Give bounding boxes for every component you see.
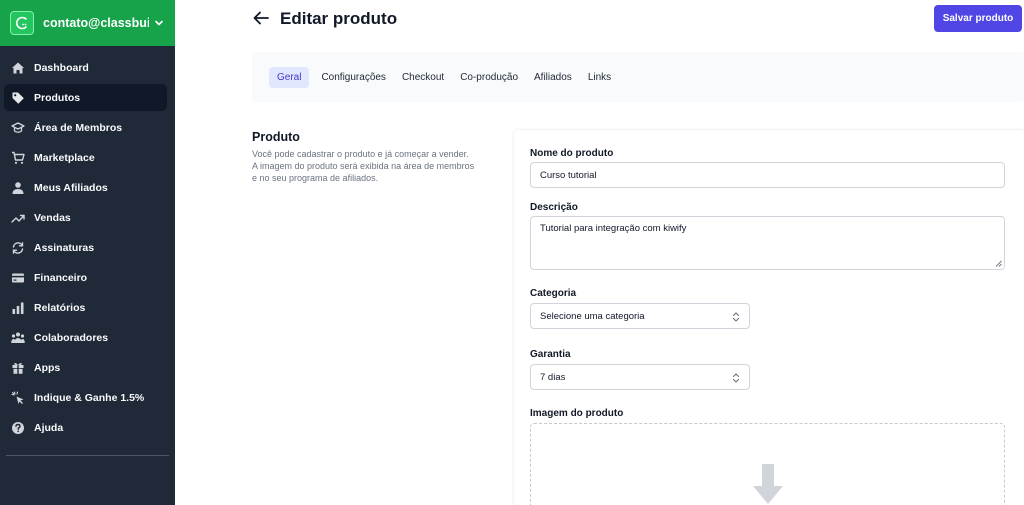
tab-co-producao[interactable]: Co-produção bbox=[452, 67, 526, 88]
sidebar-item-label: Meus Afiliados bbox=[34, 181, 108, 194]
chevron-down-icon bbox=[155, 20, 163, 26]
product-image-label: Imagem do produto bbox=[530, 408, 624, 419]
back-arrow-icon[interactable] bbox=[252, 9, 270, 27]
sidebar-item-apps[interactable]: Apps bbox=[4, 354, 167, 381]
trending-up-icon bbox=[11, 211, 25, 225]
user-icon bbox=[11, 181, 25, 195]
sidebar-item-colaboradores[interactable]: Colaboradores bbox=[4, 324, 167, 351]
sidebar-item-ajuda[interactable]: Ajuda bbox=[4, 414, 167, 441]
main-content: Editar produto Salvar produto Geral Conf… bbox=[175, 0, 1024, 505]
sidebar: contato@classbui... Dashboard Produtos Á… bbox=[0, 0, 175, 505]
section-description-line: Você pode cadastrar o produto e já começ… bbox=[252, 149, 469, 159]
sidebar-item-label: Relatórios bbox=[34, 301, 86, 314]
download-arrow-icon bbox=[753, 464, 783, 504]
sidebar-item-financeiro[interactable]: Financeiro bbox=[4, 264, 167, 291]
product-name-input[interactable]: Curso tutorial bbox=[530, 162, 1005, 188]
tab-afiliados[interactable]: Afiliados bbox=[526, 67, 580, 88]
sidebar-item-area-membros[interactable]: Área de Membros bbox=[4, 114, 167, 141]
sidebar-item-label: Área de Membros bbox=[34, 121, 123, 134]
resize-grip-icon[interactable] bbox=[995, 260, 1002, 267]
sidebar-item-label: Colaboradores bbox=[34, 331, 109, 344]
sidebar-item-vendas[interactable]: Vendas bbox=[4, 204, 167, 231]
sidebar-item-produtos[interactable]: Produtos bbox=[4, 84, 167, 111]
tabs-bar: Geral Configurações Checkout Co-produção… bbox=[252, 52, 1024, 102]
section-description-line: A imagem do produto será exibida na área… bbox=[252, 161, 475, 171]
select-caret-icon bbox=[732, 312, 740, 322]
description-value: Tutorial para integração com kiwify bbox=[540, 223, 687, 234]
tab-geral[interactable]: Geral bbox=[269, 66, 310, 88]
page-header: Editar produto Salvar produto bbox=[175, 0, 1024, 38]
sidebar-divider bbox=[6, 455, 169, 456]
section-description: Você pode cadastrar o produto e já começ… bbox=[252, 148, 507, 184]
product-name-label: Nome do produto bbox=[530, 148, 614, 159]
section-title: Produto bbox=[252, 130, 300, 144]
page-title: Editar produto bbox=[280, 9, 398, 28]
sidebar-item-meus-afiliados[interactable]: Meus Afiliados bbox=[4, 174, 167, 201]
category-value: Selecione uma categoria bbox=[540, 310, 645, 322]
account-switcher[interactable]: contato@classbui... bbox=[0, 0, 175, 46]
credit-card-icon bbox=[11, 271, 25, 285]
category-label: Categoria bbox=[530, 288, 577, 299]
help-icon bbox=[11, 421, 25, 435]
sidebar-nav: Dashboard Produtos Área de Membros Marke… bbox=[0, 46, 175, 456]
bar-chart-icon bbox=[11, 301, 25, 315]
users-icon bbox=[11, 331, 25, 345]
sidebar-item-dashboard[interactable]: Dashboard bbox=[4, 54, 167, 81]
sidebar-item-label: Ajuda bbox=[34, 421, 64, 434]
product-name-value: Curso tutorial bbox=[540, 169, 597, 181]
sidebar-item-label: Indique & Ganhe 1.5% bbox=[34, 391, 145, 404]
sidebar-item-label: Marketplace bbox=[34, 151, 95, 164]
tab-links[interactable]: Links bbox=[580, 67, 619, 88]
warranty-value: 7 dias bbox=[540, 371, 566, 383]
warranty-label: Garantia bbox=[530, 349, 571, 360]
sidebar-item-label: Vendas bbox=[34, 211, 71, 224]
refresh-icon bbox=[11, 241, 25, 255]
section-description-line: e no seu programa de afiliados. bbox=[252, 173, 379, 183]
graduation-cap-icon bbox=[11, 121, 25, 135]
sidebar-item-label: Produtos bbox=[34, 91, 81, 104]
tab-checkout[interactable]: Checkout bbox=[394, 67, 452, 88]
tab-configuracoes[interactable]: Configurações bbox=[313, 67, 393, 88]
brand-logo-icon bbox=[10, 11, 34, 35]
image-dropzone[interactable] bbox=[530, 423, 1005, 505]
sidebar-item-label: Financeiro bbox=[34, 271, 88, 284]
warranty-select[interactable]: 7 dias bbox=[530, 364, 750, 390]
select-caret-icon bbox=[732, 373, 740, 383]
gift-icon bbox=[11, 361, 25, 375]
category-select[interactable]: Selecione uma categoria bbox=[530, 303, 750, 329]
sidebar-item-label: Dashboard bbox=[34, 61, 89, 74]
cart-icon bbox=[11, 151, 25, 165]
sidebar-item-indique-ganhe[interactable]: Indique & Ganhe 1.5% bbox=[4, 384, 167, 411]
home-icon bbox=[11, 61, 25, 75]
sidebar-item-label: Assinaturas bbox=[34, 241, 95, 254]
sidebar-item-label: Apps bbox=[34, 361, 61, 374]
description-textarea[interactable]: Tutorial para integração com kiwify bbox=[530, 216, 1005, 270]
product-form: Nome do produto Curso tutorial Descrição… bbox=[514, 130, 1024, 505]
description-label: Descrição bbox=[530, 202, 578, 213]
account-email: contato@classbui... bbox=[43, 16, 149, 30]
section-intro: Produto Você pode cadastrar o produto e … bbox=[252, 130, 507, 184]
save-product-button[interactable]: Salvar produto bbox=[934, 5, 1022, 32]
sidebar-item-assinaturas[interactable]: Assinaturas bbox=[4, 234, 167, 261]
sidebar-item-relatorios[interactable]: Relatórios bbox=[4, 294, 167, 321]
cursor-click-icon bbox=[11, 390, 25, 405]
sidebar-item-marketplace[interactable]: Marketplace bbox=[4, 144, 167, 171]
tag-icon bbox=[11, 91, 25, 105]
